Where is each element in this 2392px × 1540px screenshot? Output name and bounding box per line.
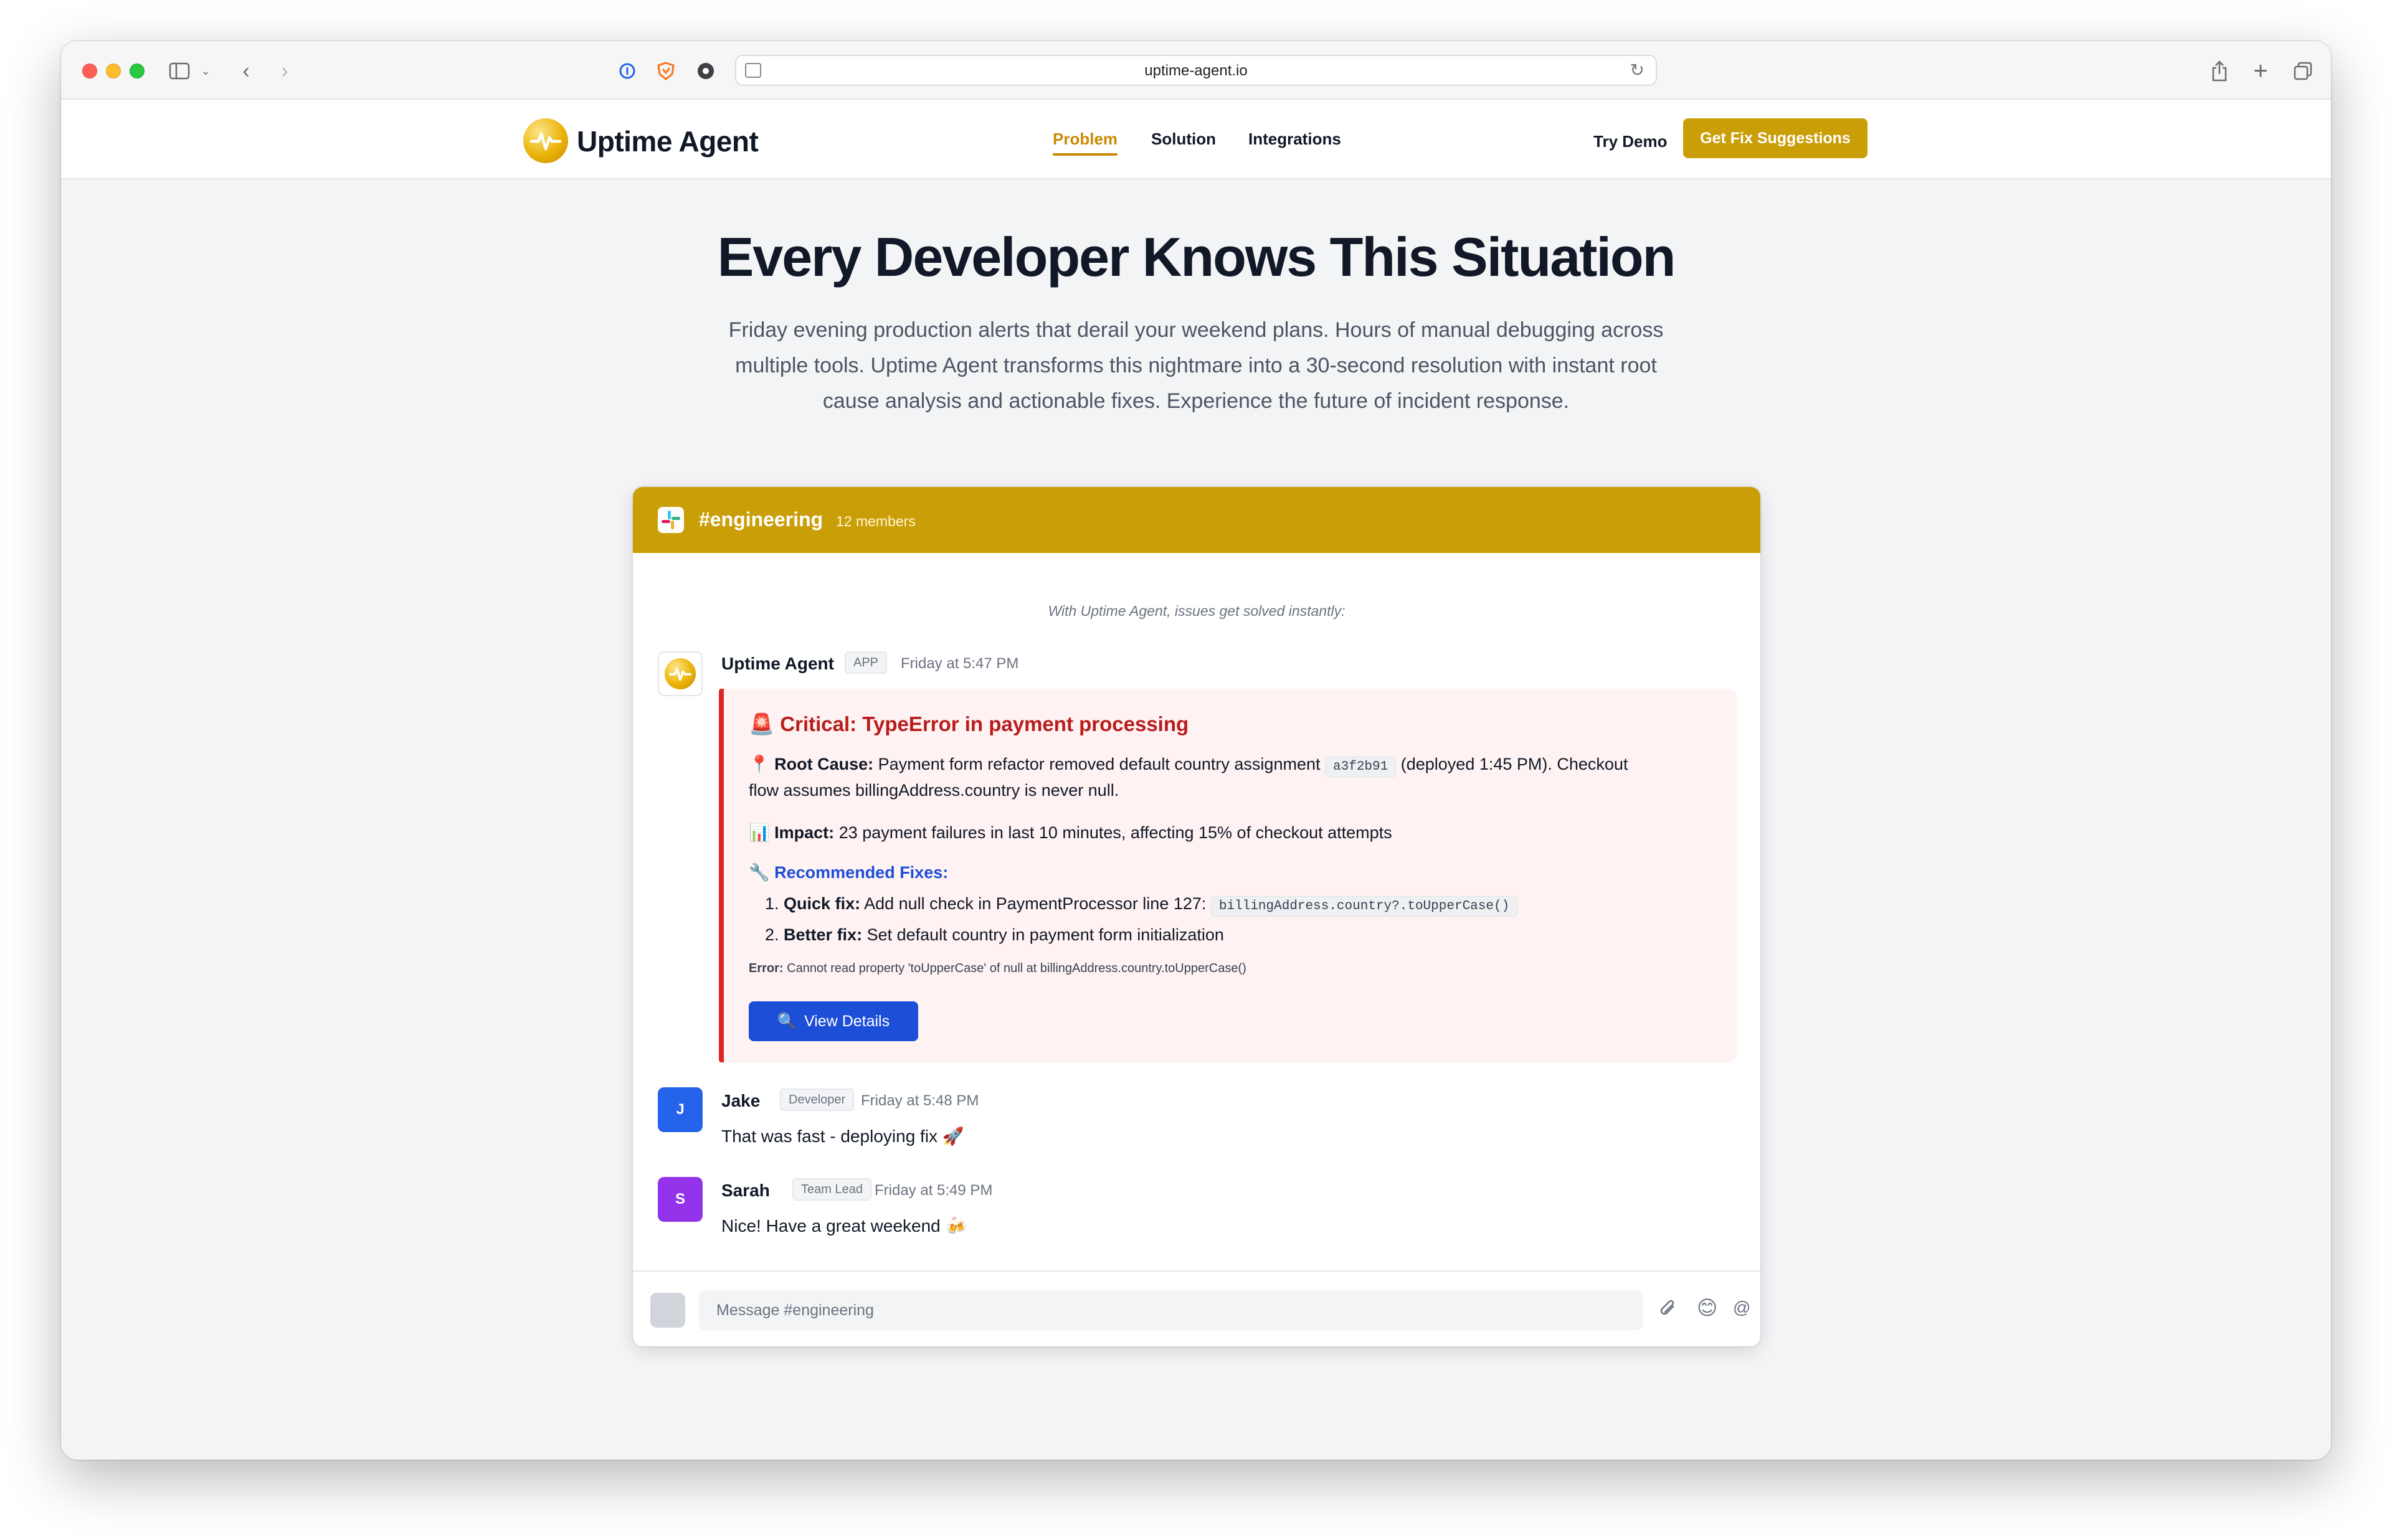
brand-name[interactable]: Uptime Agent <box>577 125 759 158</box>
bot-message-time[interactable]: Friday at 5:47 PM <box>901 655 1018 673</box>
app-badge: APP <box>845 651 888 674</box>
emoji-icon[interactable]: 😊 <box>1697 1298 1717 1318</box>
root-cause-line: 📍 Root Cause: Payment form refactor remo… <box>749 751 1720 780</box>
pin-icon: 📍 <box>749 755 770 773</box>
sarah-sender-name[interactable]: Sarah <box>721 1181 770 1201</box>
jake-message-text: That was fast - deploying fix 🚀 <box>721 1127 964 1146</box>
impact-line: 📊 Impact: 23 payment failures in last 10… <box>749 820 1720 846</box>
fix-2-number: 2. <box>765 925 779 944</box>
fix-1-text: Add null check in PaymentProcessor line … <box>864 894 1207 913</box>
sidebar-toggle-icon[interactable] <box>167 57 192 85</box>
recommended-fixes-heading: 🔧 Recommended Fixes: <box>749 859 1720 886</box>
hero-subtitle-line-2: multiple tools. Uptime Agent transforms … <box>735 354 1657 377</box>
incident-alert-card: 🚨 Critical: TypeError in payment process… <box>719 689 1737 1062</box>
fix-item-2: 2. Better fix: Set default country in pa… <box>765 922 1737 948</box>
jake-message-time[interactable]: Friday at 5:48 PM <box>861 1092 979 1110</box>
message-composer: 😊 @ <box>633 1270 1760 1346</box>
browser-toolbar: ⌄ ‹ › uptime-agent.io ↻ + <box>61 41 2331 100</box>
root-cause-text-3: flow assumes billingAddress.country is n… <box>749 781 1119 800</box>
composer-avatar <box>650 1293 685 1328</box>
address-bar[interactable]: uptime-agent.io ↻ <box>735 55 1657 86</box>
nav-link-problem[interactable]: Problem <box>1053 130 1118 149</box>
slack-icon <box>658 507 684 533</box>
root-cause-text-1: Payment form refactor removed default co… <box>878 755 1321 773</box>
sarah-message-text: Nice! Have a great weekend 🍻 <box>721 1216 967 1235</box>
jake-role-badge: Developer <box>780 1089 855 1111</box>
sarah-role-badge: Team Lead <box>792 1178 871 1201</box>
bot-sender-name[interactable]: Uptime Agent <box>721 654 834 674</box>
forward-icon[interactable]: › <box>275 57 294 85</box>
view-details-label: View Details <box>804 1012 890 1030</box>
hero-subtitle-line-3: cause analysis and actionable fixes. Exp… <box>822 389 1570 413</box>
nav-active-indicator <box>1053 153 1118 156</box>
url-text: uptime-agent.io <box>1144 62 1248 79</box>
hero-subtitle: Friday evening production alerts that de… <box>709 313 1683 419</box>
get-fix-suggestions-button[interactable]: Get Fix Suggestions <box>1683 118 1868 158</box>
alert-title: 🚨 Critical: TypeError in payment process… <box>749 712 1189 737</box>
error-text: Cannot read property 'toUpperCase' of nu… <box>787 961 1246 975</box>
site-navbar: Uptime Agent Problem Solution Integratio… <box>61 100 2331 179</box>
sarah-avatar[interactable]: S <box>658 1177 703 1222</box>
impact-label: Impact: <box>774 823 835 842</box>
fix-2-text: Set default country in payment form init… <box>866 925 1224 944</box>
fix-item-1: 1. Quick fix: Add null check in PaymentP… <box>765 890 1737 920</box>
siren-icon: 🚨 <box>749 712 775 735</box>
password-extension-icon[interactable] <box>617 57 638 85</box>
impact-text: 23 payment failures in last 10 minutes, … <box>838 823 1392 842</box>
fix-1-number: 1. <box>765 894 779 913</box>
try-demo-link[interactable]: Try Demo <box>1593 132 1668 151</box>
jake-sender-name[interactable]: Jake <box>721 1091 760 1111</box>
back-icon[interactable]: ‹ <box>237 57 255 85</box>
hero-title: Every Developer Knows This Situation <box>717 226 1676 288</box>
browser-window: ⌄ ‹ › uptime-agent.io ↻ + Uptime Agent P… <box>61 41 2331 1460</box>
fix-2-label: Better fix: <box>784 925 863 944</box>
root-cause-label: Root Cause: <box>774 755 874 773</box>
slack-chat-panel: #engineering 12 members With Uptime Agen… <box>633 487 1760 1346</box>
zoom-window-button[interactable] <box>130 64 145 78</box>
tab-overview-icon[interactable] <box>2292 57 2314 85</box>
channel-name[interactable]: #engineering <box>699 508 823 531</box>
fix-1-code: billingAddress.country?.toUpperCase() <box>1210 896 1518 917</box>
root-cause-text-2: (deployed 1:45 PM). Checkout <box>1400 755 1628 773</box>
channel-header: #engineering 12 members <box>633 487 1760 553</box>
recommended-fixes-label: Recommended Fixes: <box>774 863 949 882</box>
jake-avatar[interactable]: J <box>658 1087 703 1132</box>
alert-title-text: Critical: TypeError in payment processin… <box>780 712 1189 735</box>
magnifier-icon: 🔍 <box>777 1012 797 1030</box>
hero-subtitle-line-1: Friday evening production alerts that de… <box>728 318 1664 342</box>
sarah-message-time[interactable]: Friday at 5:49 PM <box>875 1182 992 1199</box>
message-input[interactable] <box>699 1290 1643 1330</box>
share-icon[interactable] <box>2209 57 2230 85</box>
extension-icon[interactable] <box>695 57 716 85</box>
commit-hash: a3f2b91 <box>1325 757 1397 777</box>
fix-1-label: Quick fix: <box>784 894 861 913</box>
new-tab-icon[interactable]: + <box>2250 57 2271 85</box>
mention-icon[interactable]: @ <box>1733 1299 1750 1316</box>
wrench-icon: 🔧 <box>749 863 770 882</box>
nav-link-solution[interactable]: Solution <box>1151 130 1216 149</box>
uptime-agent-logo-icon[interactable] <box>523 118 568 163</box>
nav-link-integrations[interactable]: Integrations <box>1248 130 1341 149</box>
shield-extension-icon[interactable] <box>655 57 676 85</box>
member-count[interactable]: 12 members <box>836 513 916 530</box>
chat-intro-text: With Uptime Agent, issues get solved ins… <box>1048 603 1346 619</box>
error-label: Error: <box>749 961 784 975</box>
paperclip-icon[interactable] <box>1658 1298 1678 1322</box>
view-details-button[interactable]: 🔍 View Details <box>749 1001 918 1041</box>
error-line: Error: Cannot read property 'toUpperCase… <box>749 961 1246 976</box>
reload-icon[interactable]: ↻ <box>1630 60 1644 80</box>
close-window-button[interactable] <box>82 64 97 78</box>
minimize-window-button[interactable] <box>106 64 121 78</box>
bot-avatar[interactable] <box>658 651 703 696</box>
bar-chart-icon: 📊 <box>749 823 770 842</box>
chevron-down-icon[interactable]: ⌄ <box>199 57 212 85</box>
